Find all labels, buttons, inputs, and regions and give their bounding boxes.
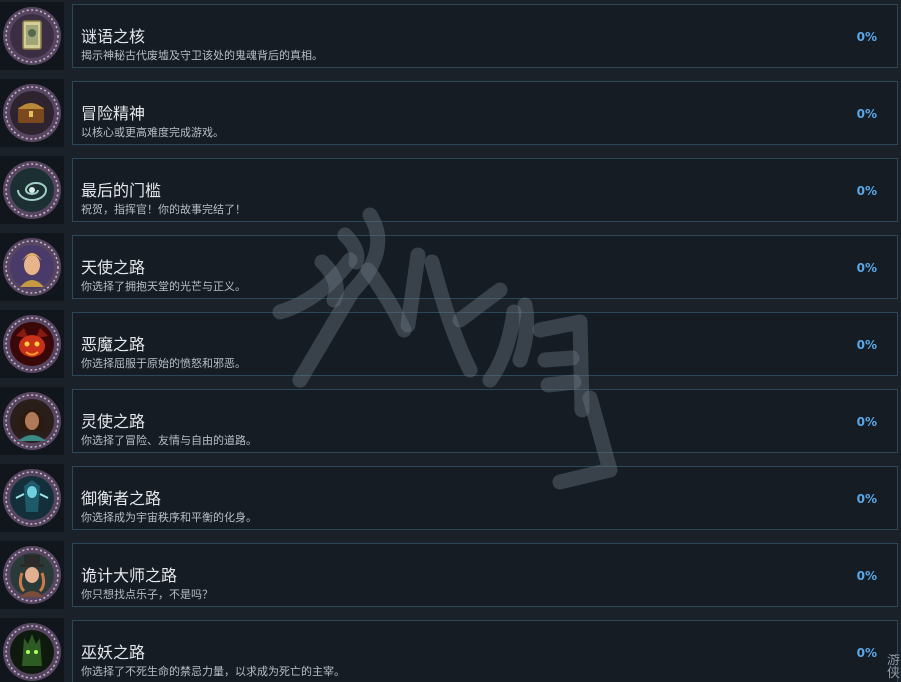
achievements-page: 谜语之核 揭示神秘古代废墟及守卫该处的鬼魂背后的真相。 0% 冒险精神 以核心或… [0,0,901,682]
riddle-card-icon [3,7,61,65]
achievement-description: 祝贺，指挥官！你的故事完结了！ [81,203,246,216]
achievement-title: 巫妖之路 [81,643,146,662]
achievement-icon-frame [0,618,64,682]
achievement-description: 你选择了不死生命的禁忌力量，以求成为死亡的主宰。 [81,665,345,678]
achievement-icon-frame [0,79,64,147]
achievement-icon-frame [0,156,64,224]
achievement-progress: 0% [856,261,877,275]
spirit-envoy-icon [3,392,61,450]
achievement-row: 谜语之核 揭示神秘古代废墟及守卫该处的鬼魂背后的真相。 0% [0,0,901,72]
achievement-row: 诡计大师之路 你只想找点乐子，不是吗？ 0% [0,539,901,611]
achievement-title: 灵使之路 [81,412,146,431]
achievement-icon-frame [0,233,64,301]
lich-icon [3,623,61,681]
balance-keeper-icon [3,469,61,527]
portal-vortex-icon [3,161,61,219]
achievement-description: 你只想找点乐子，不是吗？ [81,588,213,601]
watermark-corner-text: 游侠 [887,654,901,680]
achievement-progress: 0% [856,492,877,506]
achievement-description: 你选择了冒险、友情与自由的道路。 [81,434,257,447]
achievement-icon-frame [0,464,64,532]
achievement-description: 以核心或更高难度完成游戏。 [81,126,224,139]
achievement-panel[interactable]: 巫妖之路 你选择了不死生命的禁忌力量，以求成为死亡的主宰。 0% [72,620,898,682]
achievement-panel[interactable]: 诡计大师之路 你只想找点乐子，不是吗？ 0% [72,543,898,607]
achievement-panel[interactable]: 谜语之核 揭示神秘古代废墟及守卫该处的鬼魂背后的真相。 0% [72,4,898,68]
achievement-title: 天使之路 [81,258,146,277]
achievement-description: 你选择了拥抱天堂的光芒与正义。 [81,280,246,293]
achievement-panel[interactable]: 御衡者之路 你选择成为宇宙秩序和平衡的化身。 0% [72,466,898,530]
achievement-icon-frame [0,310,64,378]
achievement-title: 恶魔之路 [81,335,146,354]
treasure-chest-icon [3,84,61,142]
achievement-row: 冒险精神 以核心或更高难度完成游戏。 0% [0,77,901,149]
achievement-progress: 0% [856,338,877,352]
angel-hero-icon [3,238,61,296]
achievement-description: 你选择成为宇宙秩序和平衡的化身。 [81,511,257,524]
achievement-row: 天使之路 你选择了拥抱天堂的光芒与正义。 0% [0,231,901,303]
achievement-row: 灵使之路 你选择了冒险、友情与自由的道路。 0% [0,385,901,457]
achievement-title: 御衡者之路 [81,489,162,508]
achievement-progress: 0% [856,184,877,198]
achievement-progress: 0% [856,646,877,660]
achievement-icon-frame [0,2,64,70]
achievement-row: 最后的门槛 祝贺，指挥官！你的故事完结了！ 0% [0,154,901,226]
achievement-panel[interactable]: 灵使之路 你选择了冒险、友情与自由的道路。 0% [72,389,898,453]
achievement-description: 揭示神秘古代废墟及守卫该处的鬼魂背后的真相。 [81,49,323,62]
achievement-row: 恶魔之路 你选择屈服于原始的愤怒和邪恶。 0% [0,308,901,380]
achievement-icon-frame [0,387,64,455]
achievement-row: 巫妖之路 你选择了不死生命的禁忌力量，以求成为死亡的主宰。 0% [0,616,901,682]
achievement-icon-frame [0,541,64,609]
achievement-title: 最后的门槛 [81,181,162,200]
achievement-progress: 0% [856,569,877,583]
achievement-progress: 0% [856,30,877,44]
achievement-panel[interactable]: 天使之路 你选择了拥抱天堂的光芒与正义。 0% [72,235,898,299]
demon-face-icon [3,315,61,373]
achievement-row: 御衡者之路 你选择成为宇宙秩序和平衡的化身。 0% [0,462,901,534]
trickster-icon [3,546,61,604]
achievement-title: 诡计大师之路 [81,566,178,585]
achievement-panel[interactable]: 冒险精神 以核心或更高难度完成游戏。 0% [72,81,898,145]
achievement-progress: 0% [856,107,877,121]
achievement-panel[interactable]: 最后的门槛 祝贺，指挥官！你的故事完结了！ 0% [72,158,898,222]
achievement-title: 冒险精神 [81,104,146,123]
achievement-title: 谜语之核 [81,27,146,46]
achievement-panel[interactable]: 恶魔之路 你选择屈服于原始的愤怒和邪恶。 0% [72,312,898,376]
achievement-progress: 0% [856,415,877,429]
achievement-description: 你选择屈服于原始的愤怒和邪恶。 [81,357,246,370]
